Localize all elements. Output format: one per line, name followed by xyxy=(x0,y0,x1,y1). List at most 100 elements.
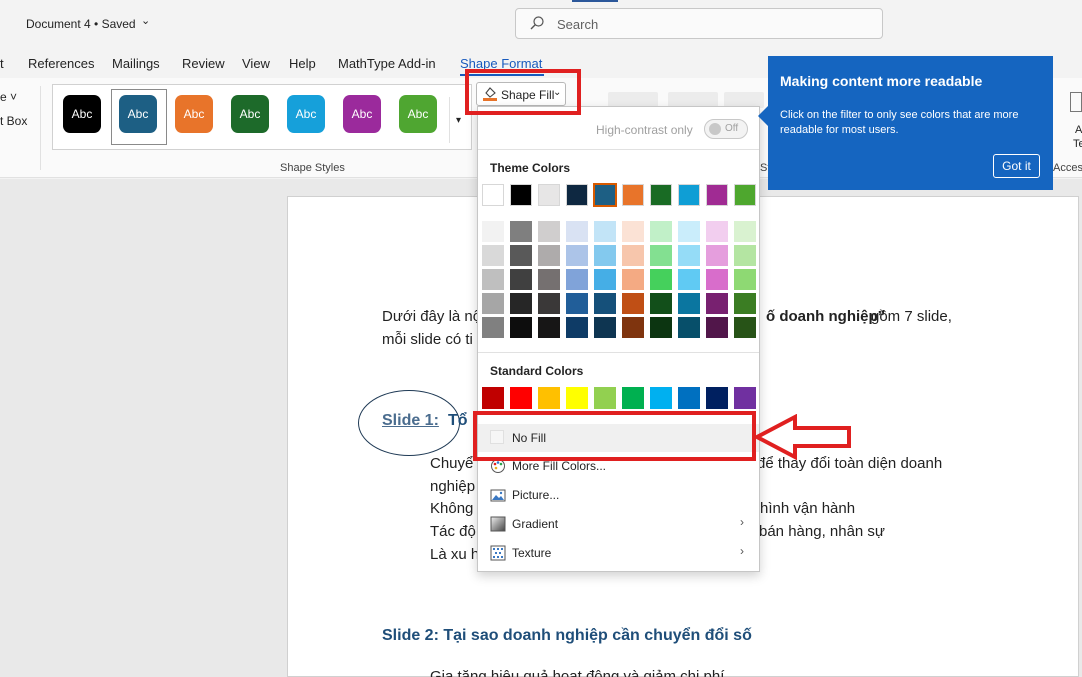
theme-shade-swatch[interactable] xyxy=(538,269,560,290)
style-swatch[interactable]: Abc xyxy=(175,95,213,133)
texture-label: Texture xyxy=(512,546,552,560)
standard-color-swatch[interactable] xyxy=(538,387,560,409)
standard-color-swatch[interactable] xyxy=(566,387,588,409)
search-box[interactable]: Search xyxy=(515,8,883,39)
tab-help[interactable]: Help xyxy=(289,56,316,71)
alt-text-icon[interactable] xyxy=(1070,92,1082,112)
theme-color-swatch[interactable] xyxy=(482,184,504,206)
theme-color-swatch[interactable] xyxy=(510,184,532,206)
theme-color-swatch[interactable] xyxy=(566,184,588,206)
theme-shade-swatch[interactable] xyxy=(678,269,700,290)
theme-shade-swatch[interactable] xyxy=(678,317,700,338)
theme-shade-swatch[interactable] xyxy=(482,269,504,290)
theme-shade-swatch[interactable] xyxy=(650,293,672,314)
theme-shade-swatch[interactable] xyxy=(510,269,532,290)
theme-shade-swatch[interactable] xyxy=(734,245,756,266)
ribbon-partial-dropdown[interactable]: e ˅ xyxy=(0,90,17,104)
tab-mathtype[interactable]: MathType Add-in xyxy=(338,56,436,71)
theme-shade-swatch[interactable] xyxy=(622,221,644,242)
standard-color-swatch[interactable] xyxy=(594,387,616,409)
tab-view[interactable]: View xyxy=(242,56,270,71)
theme-shade-swatch[interactable] xyxy=(482,221,504,242)
theme-color-swatch[interactable] xyxy=(538,184,560,206)
ribbon-partial-textbox[interactable]: t Box xyxy=(0,114,27,128)
theme-shade-swatch[interactable] xyxy=(622,245,644,266)
theme-shade-swatch[interactable] xyxy=(482,317,504,338)
theme-color-swatch[interactable] xyxy=(622,184,644,206)
standard-color-swatch[interactable] xyxy=(482,387,504,409)
theme-shade-swatch[interactable] xyxy=(566,221,588,242)
theme-shade-swatch[interactable] xyxy=(510,245,532,266)
theme-color-swatch[interactable] xyxy=(706,184,728,206)
chevron-down-icon[interactable]: ⌄ xyxy=(141,14,150,27)
theme-shade-swatch[interactable] xyxy=(734,293,756,314)
theme-shade-swatch[interactable] xyxy=(594,269,616,290)
standard-color-swatch[interactable] xyxy=(678,387,700,409)
theme-shade-swatch[interactable] xyxy=(622,317,644,338)
bullet-text: nghiệp xyxy=(430,478,476,495)
theme-shade-swatch[interactable] xyxy=(482,245,504,266)
style-swatch[interactable]: Abc xyxy=(119,95,157,133)
theme-shade-swatch[interactable] xyxy=(594,245,616,266)
gradient-item[interactable]: Gradient › xyxy=(478,510,759,538)
standard-color-swatch[interactable] xyxy=(734,387,756,409)
theme-shade-swatch[interactable] xyxy=(594,221,616,242)
theme-shade-swatch[interactable] xyxy=(734,317,756,338)
theme-shade-swatch[interactable] xyxy=(566,269,588,290)
theme-shade-swatch[interactable] xyxy=(538,245,560,266)
style-swatch[interactable]: Abc xyxy=(63,95,101,133)
theme-shade-swatch[interactable] xyxy=(678,245,700,266)
style-swatch[interactable]: Abc xyxy=(343,95,381,133)
theme-shade-swatch[interactable] xyxy=(650,245,672,266)
theme-shade-swatch[interactable] xyxy=(706,269,728,290)
theme-shade-swatch[interactable] xyxy=(706,293,728,314)
standard-color-swatch[interactable] xyxy=(510,387,532,409)
theme-shade-swatch[interactable] xyxy=(482,293,504,314)
style-swatch[interactable]: Abc xyxy=(287,95,325,133)
texture-item[interactable]: Texture › xyxy=(478,539,759,567)
theme-shade-swatch[interactable] xyxy=(734,269,756,290)
theme-shade-swatch[interactable] xyxy=(650,269,672,290)
theme-color-swatch[interactable] xyxy=(650,184,672,206)
standard-color-swatch[interactable] xyxy=(650,387,672,409)
doc-text: gồm 7 slide, xyxy=(871,308,952,325)
theme-shade-swatch[interactable] xyxy=(678,221,700,242)
theme-shade-swatch[interactable] xyxy=(538,221,560,242)
theme-shade-swatch[interactable] xyxy=(538,317,560,338)
high-contrast-toggle[interactable]: Off xyxy=(704,119,748,139)
picture-item[interactable]: Picture... xyxy=(478,481,759,509)
theme-shade-swatch[interactable] xyxy=(706,245,728,266)
got-it-button[interactable]: Got it xyxy=(993,154,1040,178)
tab-references[interactable]: References xyxy=(28,56,94,71)
doc-text: Dưới đây là nộ xyxy=(382,308,482,325)
theme-shade-swatch[interactable] xyxy=(566,293,588,314)
theme-shade-swatch[interactable] xyxy=(622,269,644,290)
tab-review[interactable]: Review xyxy=(182,56,225,71)
theme-shade-swatch[interactable] xyxy=(706,221,728,242)
tab-mailings[interactable]: Mailings xyxy=(112,56,160,71)
theme-shade-swatch[interactable] xyxy=(510,317,532,338)
theme-color-swatch[interactable] xyxy=(734,184,756,206)
theme-shade-swatch[interactable] xyxy=(650,317,672,338)
theme-shade-swatch[interactable] xyxy=(594,293,616,314)
tab-partial[interactable]: t xyxy=(0,56,4,71)
theme-shade-swatch[interactable] xyxy=(650,221,672,242)
style-swatch[interactable]: Abc xyxy=(399,95,437,133)
theme-color-swatch[interactable] xyxy=(678,184,700,206)
theme-shade-swatch[interactable] xyxy=(622,293,644,314)
style-swatch[interactable]: Abc xyxy=(231,95,269,133)
theme-shade-swatch[interactable] xyxy=(706,317,728,338)
standard-color-swatch[interactable] xyxy=(706,387,728,409)
theme-shade-swatch[interactable] xyxy=(566,245,588,266)
theme-shade-swatch[interactable] xyxy=(538,293,560,314)
shape-styles-group-label: Shape Styles xyxy=(280,162,345,174)
bullet-text: Chuyể xyxy=(430,455,474,472)
theme-shade-swatch[interactable] xyxy=(510,293,532,314)
standard-color-swatch[interactable] xyxy=(622,387,644,409)
theme-shade-swatch[interactable] xyxy=(734,221,756,242)
theme-shade-swatch[interactable] xyxy=(510,221,532,242)
document-title[interactable]: Document 4 • Saved xyxy=(26,17,136,31)
theme-shade-swatch[interactable] xyxy=(594,317,616,338)
theme-shade-swatch[interactable] xyxy=(566,317,588,338)
theme-shade-swatch[interactable] xyxy=(678,293,700,314)
